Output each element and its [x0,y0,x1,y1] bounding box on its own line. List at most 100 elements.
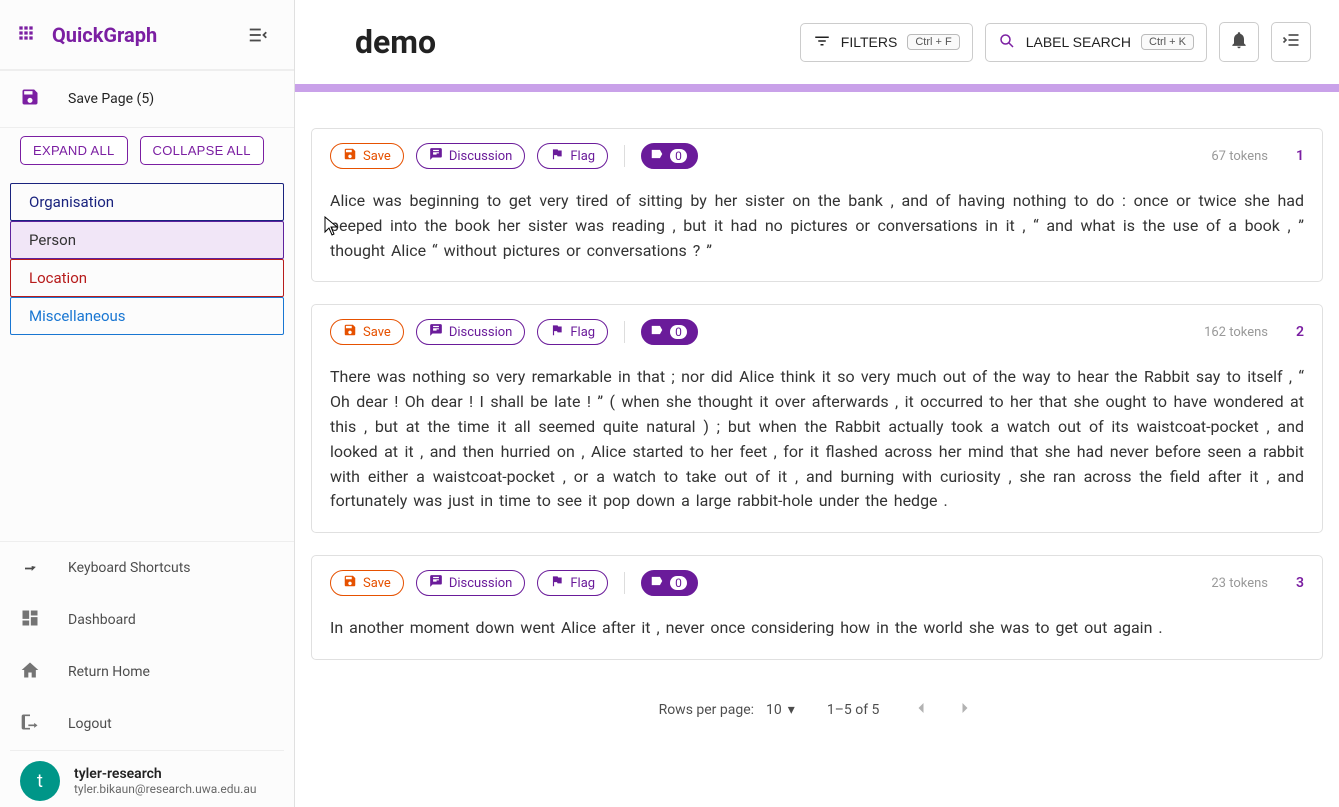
expand-all-button[interactable]: EXPAND ALL [20,136,128,165]
passage-text[interactable]: In another moment down went Alice after … [330,616,1304,641]
save-page-button[interactable]: Save Page (5) [0,71,294,127]
card-discussion-button[interactable]: Discussion [416,143,526,169]
token-count: 67 tokens [1211,149,1268,164]
card-index: 2 [1296,324,1304,340]
chat-icon [429,323,443,341]
passage-text[interactable]: Alice was beginning to get very tired of… [330,189,1304,263]
dashboard-icon [20,608,40,632]
bell-icon [1229,30,1249,54]
label-location[interactable]: Location [10,259,284,297]
card-save-button[interactable]: Save [330,143,404,169]
token-count: 162 tokens [1204,325,1268,340]
page-nav [911,698,975,722]
filters-kbd: Ctrl + F [907,34,959,50]
logout-label: Logout [68,716,112,732]
user-panel[interactable]: t tyler-research tyler.bikaun@research.u… [10,750,284,807]
save-page-label: Save Page (5) [68,91,154,107]
home-icon [20,660,40,684]
logout-icon [20,712,40,736]
sidebar-header: QuickGraph [0,0,294,70]
card-flag-button[interactable]: Flag [537,319,608,345]
shortcut-icon [20,556,40,580]
brand[interactable]: QuickGraph [16,23,157,47]
dashboard-label: Dashboard [68,612,136,628]
home-label: Return Home [68,664,150,680]
tag-icon [650,574,664,592]
sidebar-bottom-links: Keyboard Shortcuts Dashboard Return Home… [0,541,294,750]
save-icon [343,323,357,341]
save-icon [343,574,357,592]
label-miscellaneous[interactable]: Miscellaneous [10,297,284,335]
next-page-button[interactable] [955,698,975,722]
expand-collapse-row: EXPAND ALL COLLAPSE ALL [0,128,294,175]
apps-icon [16,23,36,47]
passage-text[interactable]: There was nothing so very remarkable in … [330,365,1304,514]
search-label: LABEL SEARCH [1026,34,1131,50]
prev-page-button[interactable] [911,698,931,722]
label-organisation[interactable]: Organisation [10,183,284,221]
annotation-card: Save Discussion Flag 0 [311,128,1323,282]
user-info: tyler-research tyler.bikaun@research.uwa… [74,766,256,796]
annotation-card: Save Discussion Flag 0 [311,304,1323,533]
flag-icon [550,574,564,592]
page-title: demo [323,23,436,61]
rpp-select[interactable]: 10 ▾ [766,702,795,718]
chat-icon [429,574,443,592]
panel-icon [1281,30,1301,54]
page-range: 1–5 of 5 [827,702,880,718]
card-tag-count[interactable]: 0 [641,319,698,345]
card-toolbar: Save Discussion Flag 0 [330,570,1304,596]
card-flag-button[interactable]: Flag [537,570,608,596]
label-search-button[interactable]: LABEL SEARCH Ctrl + K [985,23,1207,62]
label-list: Organisation Person Location Miscellaneo… [0,175,294,343]
sidebar: QuickGraph Save Page (5) EXPAND ALL COLL… [0,0,295,807]
card-index: 1 [1296,148,1304,164]
filters-button[interactable]: FILTERS Ctrl + F [800,23,973,62]
card-save-button[interactable]: Save [330,570,404,596]
rpp-label: Rows per page: [659,702,754,718]
topbar: demo FILTERS Ctrl + F LABEL SEARCH Ctrl … [295,0,1339,84]
token-count: 23 tokens [1211,576,1268,591]
avatar: t [20,761,60,801]
filters-label: FILTERS [841,34,898,50]
rows-per-page: Rows per page: 10 ▾ [659,702,795,718]
tag-icon [650,147,664,165]
brand-name: QuickGraph [52,23,157,47]
card-index: 3 [1296,575,1304,591]
shortcuts-label: Keyboard Shortcuts [68,560,191,576]
chevron-down-icon: ▾ [788,702,795,718]
card-save-button[interactable]: Save [330,319,404,345]
sidebar-collapse-button[interactable] [238,15,278,55]
save-icon [343,147,357,165]
logout-link[interactable]: Logout [0,698,294,750]
user-name: tyler-research [74,766,256,782]
panel-toggle-button[interactable] [1271,22,1311,62]
accent-bar [295,84,1339,92]
keyboard-shortcuts-link[interactable]: Keyboard Shortcuts [0,542,294,594]
search-icon [998,32,1016,53]
card-flag-button[interactable]: Flag [537,143,608,169]
content: Save Discussion Flag 0 [295,92,1339,807]
card-toolbar: Save Discussion Flag 0 [330,143,1304,169]
flag-icon [550,147,564,165]
user-email: tyler.bikaun@research.uwa.edu.au [74,782,256,796]
annotation-card: Save Discussion Flag 0 [311,555,1323,660]
card-discussion-button[interactable]: Discussion [416,319,526,345]
main: demo FILTERS Ctrl + F LABEL SEARCH Ctrl … [295,0,1339,807]
save-icon [20,87,40,111]
notifications-button[interactable] [1219,22,1259,62]
filter-icon [813,32,831,53]
label-person[interactable]: Person [10,221,284,259]
return-home-link[interactable]: Return Home [0,646,294,698]
dashboard-link[interactable]: Dashboard [0,594,294,646]
card-discussion-button[interactable]: Discussion [416,570,526,596]
card-toolbar: Save Discussion Flag 0 [330,319,1304,345]
flag-icon [550,323,564,341]
card-tag-count[interactable]: 0 [641,570,698,596]
pagination: Rows per page: 10 ▾ 1–5 of 5 [311,682,1323,734]
chat-icon [429,147,443,165]
search-kbd: Ctrl + K [1141,34,1194,50]
tag-icon [650,323,664,341]
collapse-all-button[interactable]: COLLAPSE ALL [140,136,264,165]
card-tag-count[interactable]: 0 [641,143,698,169]
